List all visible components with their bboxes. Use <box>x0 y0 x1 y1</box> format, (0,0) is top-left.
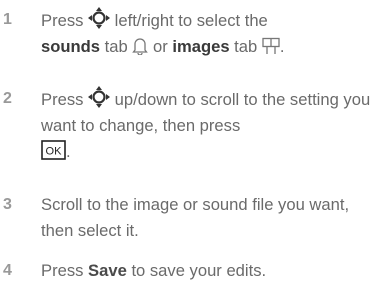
step-number: 1 <box>3 11 12 28</box>
navigation-key-icon <box>88 86 111 108</box>
images-tab-label: images <box>172 37 230 56</box>
step-text-press: Press <box>41 261 84 280</box>
step-text-rest: to save your edits. <box>131 261 267 280</box>
step-text-press: Press <box>41 11 84 30</box>
step-text-or: or <box>152 37 168 56</box>
picture-frame-icon <box>262 37 280 55</box>
save-key-label: Save <box>88 261 127 280</box>
ok-key-label: OK <box>46 146 63 158</box>
step-text-tab-2: tab <box>234 37 258 56</box>
step-number: 3 <box>3 196 12 213</box>
step-text: Scroll to the image or sound file you wa… <box>41 195 350 240</box>
step-text-period: . <box>66 142 71 161</box>
navigation-key-icon <box>88 7 111 29</box>
sounds-tab-label: sounds <box>41 37 101 56</box>
bell-icon <box>132 37 149 55</box>
ok-key-icon: OK <box>41 140 66 160</box>
step-number: 4 <box>3 262 12 279</box>
step-text-direction: left/right to select the <box>114 11 268 30</box>
step-text: Press left/right to select the sounds ta… <box>41 7 371 60</box>
step-text-press: Press <box>41 90 84 109</box>
step-text: Press Save to save your edits. <box>41 258 371 284</box>
step-text-tab: tab <box>104 37 128 56</box>
step-number: 2 <box>3 90 12 107</box>
step-text: Press up/down to scroll to the setting y… <box>41 86 371 165</box>
step-text-period: . <box>279 37 285 56</box>
